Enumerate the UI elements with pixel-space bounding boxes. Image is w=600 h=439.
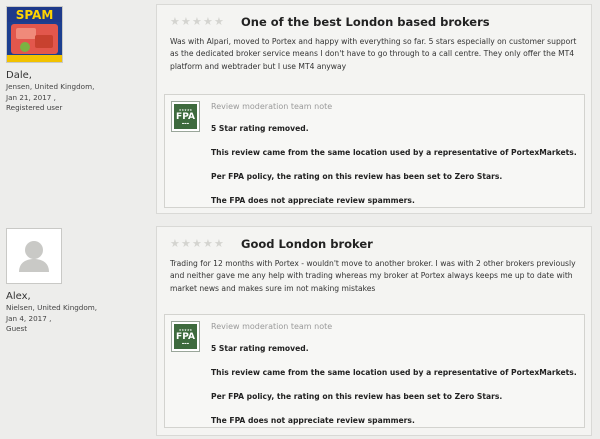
- author-meta: Nielsen, United Kingdom, Jan 4, 2017 , G…: [6, 303, 151, 335]
- review-body: Trading for 12 months with Portex - woul…: [170, 259, 576, 293]
- star-empty-icon: ★: [192, 15, 202, 28]
- moderation-line: 5 Star rating removed.: [211, 344, 309, 353]
- svg-text:SPAM: SPAM: [16, 8, 54, 22]
- review-author: SPAM Dale, Jensen, United Kingdom, Jan 2…: [6, 6, 151, 114]
- star-rating: ★ ★ ★ ★ ★: [170, 15, 224, 28]
- review-body: Was with Alpari, moved to Portex and hap…: [170, 37, 577, 71]
- review-header: ★ ★ ★ ★ ★ One of the best London based b…: [170, 14, 490, 30]
- review-date: Jan 4, 2017 ,: [6, 313, 52, 323]
- moderation-note: ★★★★★ FPA ▬▬▬ Review moderation team not…: [164, 314, 585, 428]
- fpa-badge-icon: ★★★★★ FPA ▬▬▬: [171, 321, 200, 352]
- star-empty-icon: ★: [203, 15, 213, 28]
- avatar[interactable]: SPAM: [6, 6, 63, 63]
- star-empty-icon: ★: [192, 237, 202, 250]
- star-empty-icon: ★: [181, 15, 191, 28]
- moderation-line: This review came from the same location …: [211, 368, 577, 377]
- author-location: Nielsen, United Kingdom,: [6, 303, 98, 312]
- moderation-line: The FPA does not appreciate review spamm…: [211, 416, 415, 425]
- author-role: Registered user: [6, 103, 63, 112]
- moderation-line: The FPA does not appreciate review spamm…: [211, 196, 415, 205]
- author-name: Alex,: [6, 291, 31, 302]
- fpa-badge-icon: ★★★★★ FPA ▬▬▬: [171, 101, 200, 132]
- author-meta: Jensen, United Kingdom, Jan 21, 2017 , R…: [6, 82, 151, 114]
- review-title: Good London broker: [241, 237, 373, 251]
- star-empty-icon: ★: [181, 237, 191, 250]
- review-title: One of the best London based brokers: [241, 15, 490, 29]
- star-empty-icon: ★: [203, 237, 213, 250]
- moderation-line: 5 Star rating removed.: [211, 124, 309, 133]
- review-header: ★ ★ ★ ★ ★ Good London broker: [170, 236, 373, 252]
- author-location: Jensen, United Kingdom,: [6, 82, 95, 91]
- star-empty-icon: ★: [170, 237, 180, 250]
- moderation-line: Per FPA policy, the rating on this revie…: [211, 172, 503, 181]
- star-rating: ★ ★ ★ ★ ★: [170, 237, 224, 250]
- review-author: Alex, Nielsen, United Kingdom, Jan 4, 20…: [6, 228, 151, 335]
- review-card: ★ ★ ★ ★ ★ One of the best London based b…: [156, 4, 592, 214]
- review-date: Jan 21, 2017 ,: [6, 92, 56, 102]
- moderation-line: Per FPA policy, the rating on this revie…: [211, 392, 503, 401]
- author-role: Guest: [6, 324, 28, 333]
- review-card: ★ ★ ★ ★ ★ Good London broker Trading for…: [156, 226, 592, 436]
- star-empty-icon: ★: [214, 15, 224, 28]
- star-empty-icon: ★: [214, 237, 224, 250]
- moderation-label: Review moderation team note: [211, 322, 333, 331]
- moderation-note: ★★★★★ FPA ▬▬▬ Review moderation team not…: [164, 94, 585, 208]
- author-name: Dale,: [6, 70, 32, 81]
- avatar[interactable]: [6, 228, 62, 284]
- moderation-label: Review moderation team note: [211, 102, 333, 111]
- star-empty-icon: ★: [170, 15, 180, 28]
- moderation-line: This review came from the same location …: [211, 148, 577, 157]
